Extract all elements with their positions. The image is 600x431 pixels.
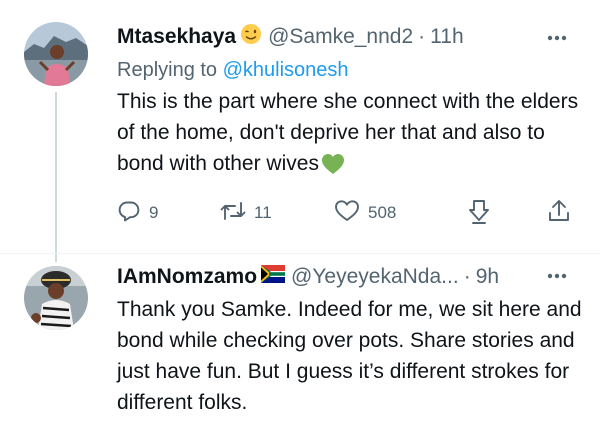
retweet-button[interactable]: 11: [220, 198, 272, 228]
more-icon[interactable]: [540, 264, 574, 288]
share-icon: [467, 198, 491, 229]
more-icon[interactable]: [540, 26, 574, 50]
like-icon: [334, 199, 360, 228]
reply-button[interactable]: 9: [117, 198, 158, 228]
tweet-header: IAmNomzamo @YeyeyekaNda... · 9h: [117, 262, 499, 292]
share-button[interactable]: [467, 198, 491, 228]
replying-to-label: Replying to: [117, 59, 218, 81]
avatar[interactable]: [24, 22, 88, 86]
green-heart-emoji: [321, 153, 345, 184]
tweet-text-content: This is the part where she connect with …: [117, 90, 579, 175]
timestamp[interactable]: 9h: [476, 265, 499, 289]
like-count: 508: [368, 203, 397, 222]
display-name[interactable]: Mtasekhaya: [117, 25, 236, 49]
tweet[interactable]: IAmNomzamo @YeyeyekaNda... · 9h Thank yo…: [0, 254, 600, 431]
reply-count: 9: [149, 203, 159, 222]
reply-icon: [117, 199, 141, 228]
retweet-count: 11: [254, 203, 272, 222]
user-handle[interactable]: @YeyeyekaNda...: [291, 265, 459, 289]
separator-dot: ·: [463, 265, 471, 288]
tweet-text: Thank you Samke. Indeed for me, we sit h…: [117, 294, 587, 418]
tweet-header: Mtasekhaya @Samke_nnd2 · 11h: [117, 22, 464, 52]
upload-button[interactable]: [547, 198, 571, 228]
tweet[interactable]: Mtasekhaya @Samke_nnd2 · 11h Replying to…: [0, 0, 600, 262]
upload-icon: [547, 198, 571, 229]
timestamp[interactable]: 11h: [430, 25, 463, 49]
retweet-icon: [220, 199, 246, 228]
tweet-text-content: Thank you Samke. Indeed for me, we sit h…: [117, 298, 582, 414]
user-handle[interactable]: @Samke_nnd2: [268, 25, 413, 49]
thread-line: [55, 92, 57, 262]
display-name[interactable]: IAmNomzamo: [117, 265, 257, 289]
replying-to-mention[interactable]: @khulisonesh: [223, 59, 349, 81]
south-africa-flag-emoji: [261, 265, 286, 289]
winking-face-emoji: [240, 23, 262, 51]
tweet-text: This is the part where she connect with …: [117, 86, 587, 184]
separator-dot: ·: [418, 25, 426, 48]
avatar[interactable]: [24, 266, 88, 330]
like-button[interactable]: 508: [334, 198, 396, 228]
replying-to: Replying to @khulisonesh: [117, 59, 349, 82]
tweet-actions: 9 11 508: [117, 198, 587, 228]
